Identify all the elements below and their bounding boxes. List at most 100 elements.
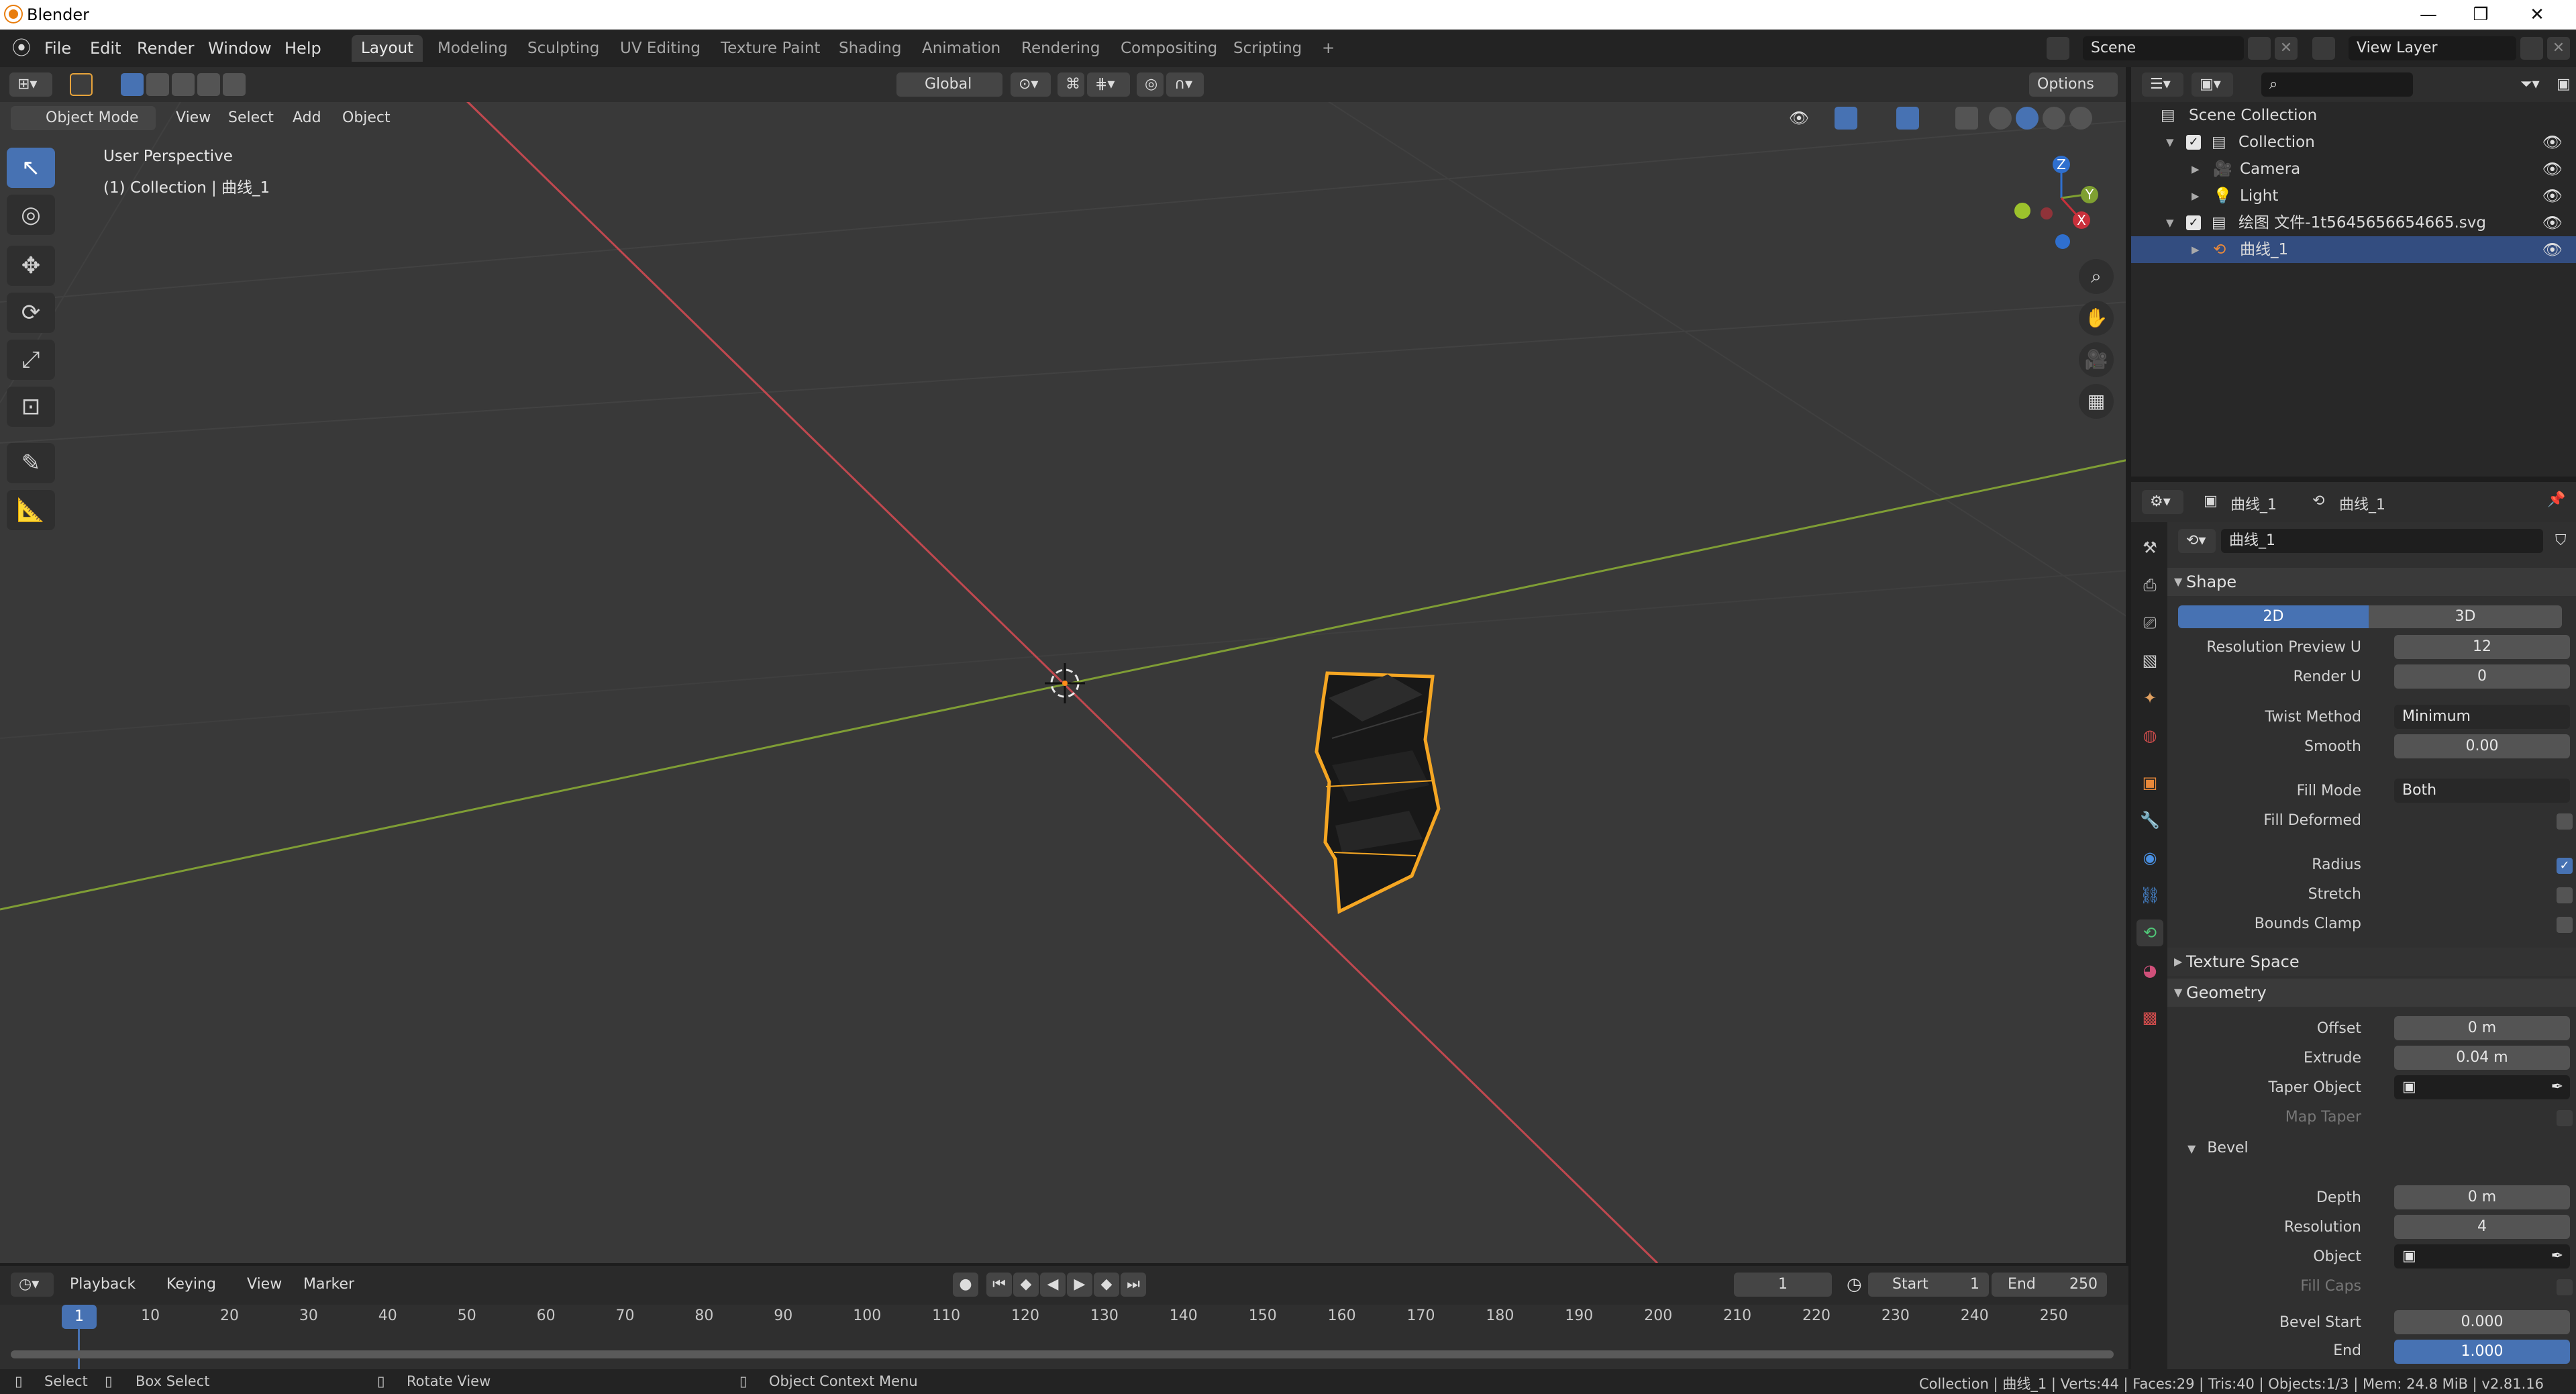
view-layer-icon[interactable]: [2312, 37, 2335, 60]
constraints-tab-icon[interactable]: ⛓: [2136, 882, 2163, 909]
play-reverse-icon[interactable]: ◀: [1040, 1273, 1066, 1297]
select-intersect-icon[interactable]: [223, 73, 246, 96]
move-tool-icon[interactable]: ✥: [7, 246, 55, 286]
play-icon[interactable]: ▶: [1067, 1273, 1092, 1297]
next-keyframe-icon[interactable]: ◆: [1094, 1273, 1119, 1297]
smooth-field[interactable]: 0.00: [2394, 734, 2570, 758]
scene-tab-icon[interactable]: ✦: [2136, 685, 2163, 711]
tab-sculpting[interactable]: Sculpting: [518, 35, 609, 62]
timeline-scrollbar[interactable]: [11, 1350, 2114, 1358]
tab-scripting[interactable]: Scripting: [1224, 35, 1311, 62]
snap-icon[interactable]: ⌘: [1058, 72, 1084, 97]
camera-view-icon[interactable]: 🎥: [2079, 342, 2114, 377]
expand-arrow-icon[interactable]: ▶: [2192, 156, 2200, 183]
outliner-row[interactable]: ▼ ✓ ▤ 绘图 文件-1t5645656654665.svg 👁: [2131, 209, 2576, 236]
editor-type-button[interactable]: ⊞▾: [9, 72, 52, 97]
solid-shading-icon[interactable]: [2016, 107, 2039, 130]
tab-uv-editing[interactable]: UV Editing: [611, 35, 710, 62]
menu-keying[interactable]: Keying: [158, 1273, 224, 1297]
menu-view[interactable]: View: [168, 106, 219, 130]
taper-object-field[interactable]: ▣ ✒: [2394, 1075, 2570, 1099]
visibility-eye-icon[interactable]: 👁: [2542, 236, 2563, 263]
visibility-eye-icon[interactable]: 👁: [2542, 183, 2563, 209]
bevel-resolution-field[interactable]: 4: [2394, 1215, 2570, 1239]
wireframe-shading-icon[interactable]: [1989, 107, 2012, 130]
bevel-end-field[interactable]: 1.000: [2394, 1340, 2570, 1364]
dimensions-3d-button[interactable]: 3D: [2369, 605, 2562, 628]
measure-tool-icon[interactable]: 📐: [7, 490, 55, 530]
menu-edit[interactable]: Edit: [83, 36, 127, 60]
select-subtract-icon[interactable]: [172, 73, 195, 96]
select-invert-icon[interactable]: [197, 73, 220, 96]
tab-animation[interactable]: Animation: [913, 35, 1010, 62]
pan-hand-icon[interactable]: ✋: [2079, 301, 2114, 336]
object-tab-icon[interactable]: ▣: [2136, 769, 2163, 796]
extrude-field[interactable]: 0.04 m: [2394, 1046, 2570, 1070]
tab-texture-paint[interactable]: Texture Paint: [711, 35, 829, 62]
stretch-checkbox[interactable]: [2557, 887, 2573, 903]
select-mode-icon[interactable]: [70, 73, 93, 96]
visibility-icon[interactable]: 👁: [1788, 107, 1810, 130]
zoom-icon[interactable]: ⌕: [2079, 259, 2114, 294]
menu-render[interactable]: Render: [130, 36, 201, 60]
bounds-clamp-checkbox[interactable]: [2557, 917, 2573, 933]
menu-select[interactable]: Select: [220, 106, 282, 130]
bevel-subpanel-header[interactable]: ▼ Bevel: [2187, 1140, 2249, 1156]
menu-playback[interactable]: Playback: [62, 1273, 144, 1297]
scene-field[interactable]: Scene: [2083, 36, 2244, 60]
new-collection-icon[interactable]: ▣: [2548, 72, 2576, 97]
material-shading-icon[interactable]: [2043, 107, 2065, 130]
view-layer-tab-icon[interactable]: ▧: [2136, 647, 2163, 674]
delete-view-layer-icon[interactable]: ✕: [2547, 37, 2570, 60]
fill-deformed-checkbox[interactable]: [2557, 813, 2573, 830]
menu-help[interactable]: Help: [278, 36, 328, 60]
filter-icon[interactable]: ⏷▾: [2512, 72, 2548, 97]
outliner-row[interactable]: ▶ 💡 Light 👁: [2131, 183, 2576, 209]
bevel-start-field[interactable]: 0.000: [2394, 1310, 2570, 1334]
options-dropdown[interactable]: Options: [2029, 72, 2118, 97]
start-frame-field[interactable]: Start 1: [1868, 1273, 1989, 1297]
ortho-grid-icon[interactable]: ▦: [2079, 384, 2114, 419]
select-box-tool-icon[interactable]: ↖: [7, 148, 55, 188]
jump-start-icon[interactable]: ⏮: [986, 1273, 1012, 1297]
exclude-checkbox[interactable]: ✓: [2186, 135, 2201, 150]
expand-arrow-icon[interactable]: ▶: [2192, 236, 2200, 263]
offset-field[interactable]: 0 m: [2394, 1016, 2570, 1040]
rendered-shading-icon[interactable]: [2069, 107, 2092, 130]
outliner-row[interactable]: ▼ ✓ ▤ Collection 👁: [2131, 129, 2576, 156]
bevel-object-field[interactable]: ▣ ✒: [2394, 1244, 2570, 1268]
overlay-toggle-icon[interactable]: [1896, 107, 1919, 130]
world-tab-icon[interactable]: ◍: [2136, 722, 2163, 749]
view-layer-field[interactable]: View Layer: [2349, 36, 2516, 60]
add-workspace-button[interactable]: +: [1312, 35, 1344, 62]
menu-marker[interactable]: Marker: [295, 1273, 362, 1297]
delete-scene-icon[interactable]: ✕: [2275, 37, 2298, 60]
exclude-checkbox[interactable]: ✓: [2186, 215, 2201, 230]
pin-icon[interactable]: 📌: [2547, 491, 2565, 508]
snap-target-icon[interactable]: ⋕▾: [1087, 72, 1130, 97]
outliner-search-input[interactable]: ⌕: [2261, 72, 2413, 97]
expand-arrow-icon[interactable]: ▼: [2166, 209, 2174, 236]
physics-tab-icon[interactable]: ◉: [2136, 844, 2163, 871]
map-taper-checkbox[interactable]: [2557, 1110, 2573, 1126]
cursor-tool-icon[interactable]: ◎: [7, 195, 55, 235]
annotate-tool-icon[interactable]: ✎: [7, 443, 55, 483]
tab-rendering[interactable]: Rendering: [1012, 35, 1109, 62]
tool-tab-icon[interactable]: ⚒: [2136, 534, 2163, 561]
pivot-point-icon[interactable]: ⊙▾: [1011, 72, 1051, 97]
bevel-eyedropper-icon[interactable]: ✒: [2551, 1244, 2563, 1268]
blender-menu-icon[interactable]: ⦿: [5, 36, 38, 60]
prev-keyframe-icon[interactable]: ◆: [1013, 1273, 1039, 1297]
navigation-gizmo[interactable]: Z Y X: [2014, 156, 2098, 249]
properties-editor-type-button[interactable]: ⚙▾: [2142, 490, 2183, 514]
record-button[interactable]: ●: [953, 1273, 978, 1297]
texture-tab-icon[interactable]: ▩: [2136, 1004, 2163, 1031]
rotate-tool-icon[interactable]: ⟳: [7, 293, 55, 333]
shape-panel-header[interactable]: ▼ Shape: [2167, 568, 2576, 596]
modifiers-tab-icon[interactable]: 🔧: [2136, 807, 2163, 834]
datablock-name-field[interactable]: 曲线_1: [2221, 529, 2543, 553]
fill-caps-checkbox[interactable]: [2557, 1279, 2573, 1295]
select-set-icon[interactable]: [121, 73, 144, 96]
display-mode-button[interactable]: ▣▾: [2192, 72, 2233, 97]
new-scene-icon[interactable]: [2248, 37, 2271, 60]
